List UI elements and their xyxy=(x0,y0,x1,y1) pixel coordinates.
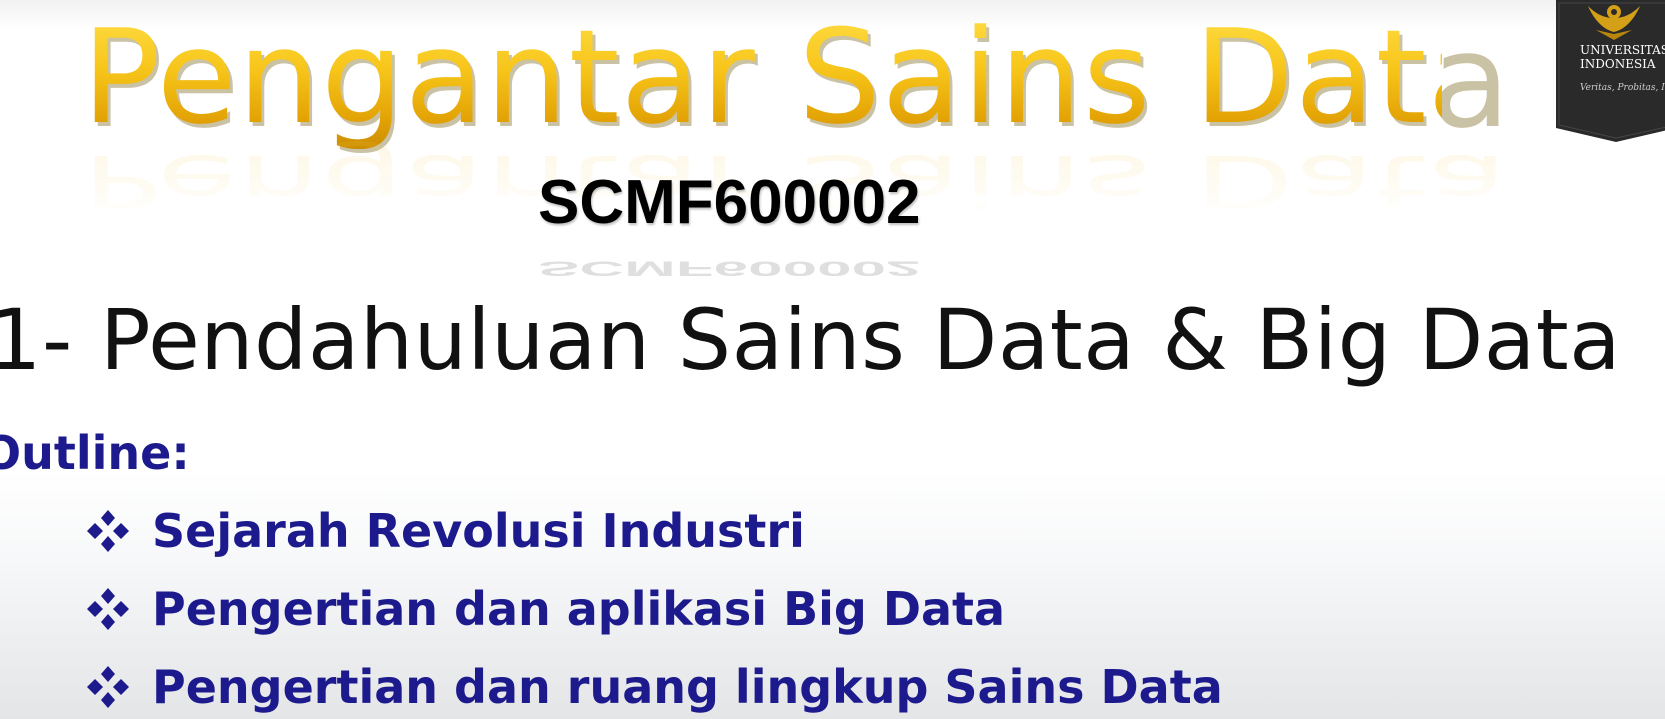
four-diamond-bullet-icon xyxy=(87,666,129,708)
logo-motto: Veritas, Probitas, Iustitia xyxy=(1580,83,1665,93)
outline-item-text: Pengertian dan ruang lingkup Sains Data xyxy=(152,660,1223,714)
section-heading: 1- Pendahuluan Sains Data & Big Data xyxy=(0,291,1622,389)
course-code: SCMF600002 xyxy=(538,168,921,237)
logo-text-line1: UNIVERSITAS xyxy=(1580,43,1665,57)
outline-item: Sejarah Revolusi Industri xyxy=(84,492,1223,570)
outline-list: Sejarah Revolusi Industri Pengertian dan… xyxy=(84,492,1223,719)
outline-item: Pengertian dan aplikasi Big Data xyxy=(84,570,1223,648)
logo-text-line2: INDONESIA xyxy=(1580,57,1656,71)
university-logo: UNIVERSITAS INDONESIA Veritas, Probitas,… xyxy=(1556,0,1665,142)
outline-item-text: Sejarah Revolusi Industri xyxy=(152,504,805,558)
course-code-reflection: SCMF600002 xyxy=(538,256,921,281)
outline-item: Pengertian dan ruang lingkup Sains Data xyxy=(84,648,1223,719)
presentation-slide: Pengantar Sains Data Pengantar Sains Dat… xyxy=(0,0,1665,719)
outline-item-text: Pengertian dan aplikasi Big Data xyxy=(152,582,1006,636)
makara-emblem-icon xyxy=(1588,5,1640,40)
outline-label: Outline: xyxy=(0,426,190,480)
slide-title: Pengantar Sains Data xyxy=(82,1,1509,153)
four-diamond-bullet-icon xyxy=(87,510,129,552)
four-diamond-bullet-icon xyxy=(87,588,129,630)
